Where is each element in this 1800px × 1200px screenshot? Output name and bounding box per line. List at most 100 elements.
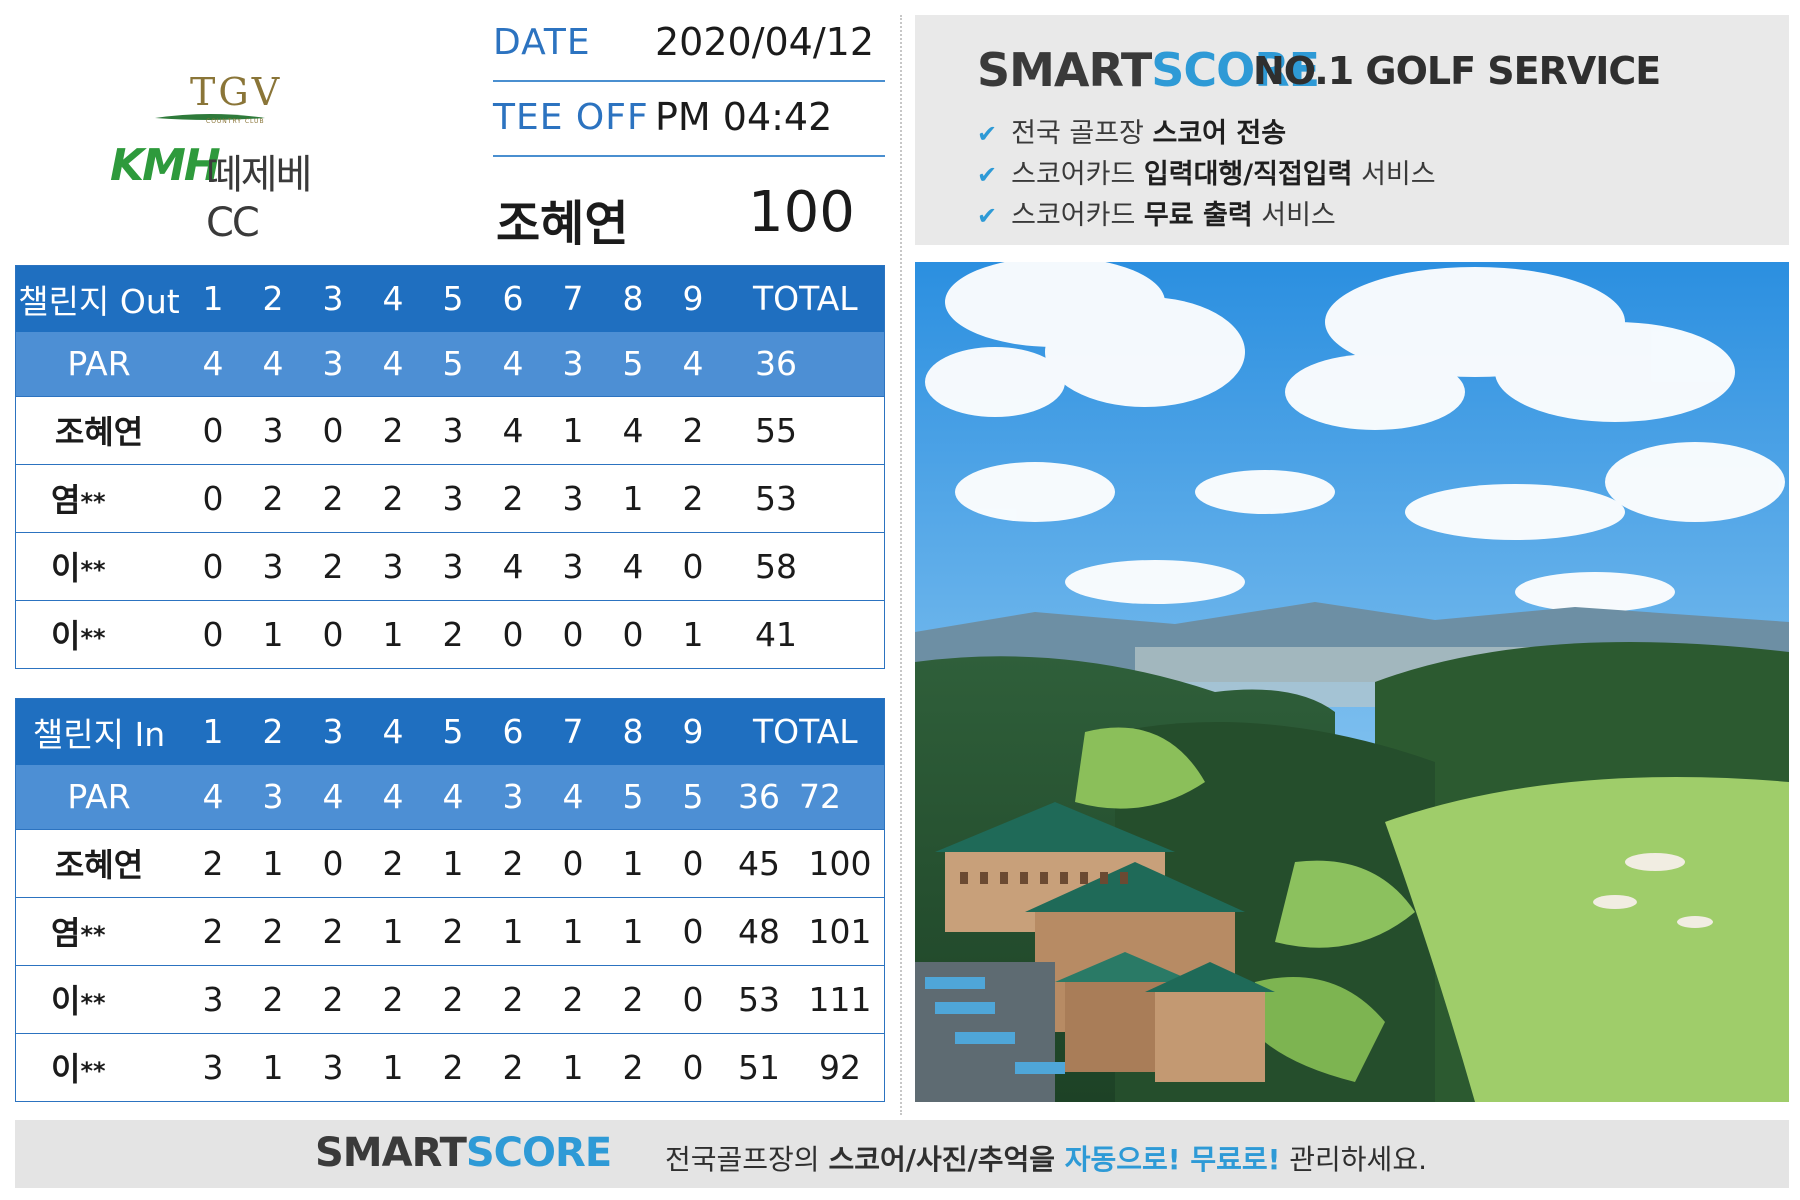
player-total-score: 100 (748, 180, 855, 245)
par-value: 4 (483, 332, 543, 396)
par-value: 4 (663, 332, 723, 396)
hole-score: 2 (363, 463, 423, 532)
hole-score: 0 (183, 531, 243, 600)
row-total: 41 (723, 599, 885, 668)
hole-score: 3 (543, 531, 603, 600)
feature-item: ✔ 스코어카드 무료 출력 서비스 (977, 200, 1336, 231)
par-row: PAR 4 4 3 4 5 4 3 5 4 36 (15, 332, 885, 396)
player-cell: 조혜연 (15, 395, 183, 464)
hole-score: 2 (423, 599, 483, 668)
footer-bar: SMARTSCORE 전국골프장의 스코어/사진/추억을 자동으로! 무료로! … (15, 1120, 1789, 1188)
hole-score: 1 (363, 599, 423, 668)
row-total: 53 (723, 463, 885, 532)
row-total: 51 (723, 1032, 795, 1101)
row-total: 55 (723, 395, 885, 464)
hole-score: 3 (243, 395, 303, 464)
date-value: 2020/04/12 (655, 20, 875, 64)
golf-course-aerial-photo (915, 262, 1789, 1102)
hole-number: 1 (183, 698, 243, 765)
hole-score: 0 (303, 395, 363, 464)
feature-item: ✔ 전국 골프장 스코어 전송 (977, 118, 1287, 149)
footer-smartscore-logo: SMARTSCORE (315, 1130, 612, 1176)
hole-score: 1 (603, 463, 663, 532)
player-cell: 염** (15, 896, 183, 965)
hole-number: 3 (303, 698, 363, 765)
hole-score: 4 (483, 531, 543, 600)
scorecard-in-table: 챌린지 In 1 2 3 4 5 6 7 8 9 TOTAL PAR 4 3 4… (15, 698, 886, 1101)
hole-number: 3 (303, 265, 363, 332)
row-total: 48 (723, 896, 795, 965)
hole-score: 2 (303, 964, 363, 1033)
row-grand-total: 101 (795, 896, 886, 965)
par-value: 4 (183, 332, 243, 396)
par-value: 4 (303, 765, 363, 829)
hole-score: 1 (543, 896, 603, 965)
hole-score: 2 (243, 463, 303, 532)
row-total: 45 (723, 828, 795, 897)
hole-score: 0 (183, 599, 243, 668)
par-value: 5 (663, 765, 723, 829)
hole-score: 2 (603, 1032, 663, 1101)
hole-score: 0 (543, 828, 603, 897)
hole-score: 1 (243, 599, 303, 668)
hole-score: 2 (483, 964, 543, 1033)
hole-number: 4 (363, 265, 423, 332)
par-value: 4 (363, 765, 423, 829)
hole-score: 2 (423, 964, 483, 1033)
row-total: 53 (723, 964, 795, 1033)
hole-score: 2 (363, 828, 423, 897)
hole-score: 0 (303, 828, 363, 897)
date-row: DATE 2020/04/12 (493, 10, 885, 82)
player-cell: 조혜연 (15, 828, 183, 897)
hole-score: 1 (483, 896, 543, 965)
hole-score: 0 (603, 599, 663, 668)
column-divider (900, 15, 902, 1115)
hole-number: 9 (663, 265, 723, 332)
row-grand-total: 92 (795, 1032, 886, 1101)
hole-score: 2 (363, 964, 423, 1033)
tee-off-label: TEE OFF (493, 97, 649, 138)
table-header-row: 챌린지 In 1 2 3 4 5 6 7 8 9 TOTAL (15, 698, 886, 765)
table-header-row: 챌린지 Out 1 2 3 4 5 6 7 8 9 TOTAL (15, 265, 885, 332)
hole-number: 8 (603, 265, 663, 332)
logo-club-name: 떼제베CC (206, 152, 312, 246)
hole-score: 2 (663, 463, 723, 532)
table-row: 이** 0 3 2 3 3 4 3 4 0 58 (15, 531, 885, 600)
hole-score: 4 (483, 395, 543, 464)
par-value: 4 (423, 765, 483, 829)
hole-number: 2 (243, 265, 303, 332)
promo-panel: SMARTSCORE NO.1 GOLF SERVICE ✔ 전국 골프장 스코어… (915, 15, 1789, 245)
hole-score: 1 (543, 1032, 603, 1101)
promo-tagline: NO.1 GOLF SERVICE (1253, 49, 1661, 93)
hole-score: 3 (543, 463, 603, 532)
hole-score: 2 (303, 531, 363, 600)
table-row: 조혜연 0 3 0 2 3 4 1 4 2 55 (15, 395, 885, 464)
total-label: TOTAL (723, 265, 885, 332)
par-label: PAR (15, 765, 183, 829)
hole-score: 4 (603, 531, 663, 600)
hole-number: 5 (423, 265, 483, 332)
total-label: TOTAL (723, 698, 886, 765)
course-title: 챌린지 In (15, 698, 183, 765)
hole-score: 0 (663, 828, 723, 897)
hole-score: 3 (363, 531, 423, 600)
table-row: 조혜연 2 1 0 2 1 2 0 1 0 45 100 (15, 828, 886, 897)
par-total: 36 (723, 332, 885, 396)
table-row: 염** 0 2 2 2 3 2 3 1 2 53 (15, 463, 885, 532)
logo-tgv: TGV (190, 70, 283, 114)
footer-slogan: 전국골프장의 스코어/사진/추억을 자동으로! 무료로! 관리하세요. (665, 1143, 1427, 1176)
scorecard-out-table: 챌린지 Out 1 2 3 4 5 6 7 8 9 TOTAL PAR 4 4 … (15, 265, 885, 668)
hole-score: 2 (483, 1032, 543, 1101)
hole-number: 1 (183, 265, 243, 332)
hole-score: 1 (603, 896, 663, 965)
hole-score: 2 (423, 896, 483, 965)
club-logo: TGV COUNTRY CLUB KMH 떼제베CC (110, 70, 360, 246)
hole-score: 3 (423, 395, 483, 464)
par-grand-total: 72 (795, 765, 886, 829)
hole-score: 0 (183, 395, 243, 464)
hole-score: 1 (423, 828, 483, 897)
hole-number: 6 (483, 265, 543, 332)
hole-number: 9 (663, 698, 723, 765)
hole-score: 2 (243, 964, 303, 1033)
hole-score: 2 (183, 828, 243, 897)
